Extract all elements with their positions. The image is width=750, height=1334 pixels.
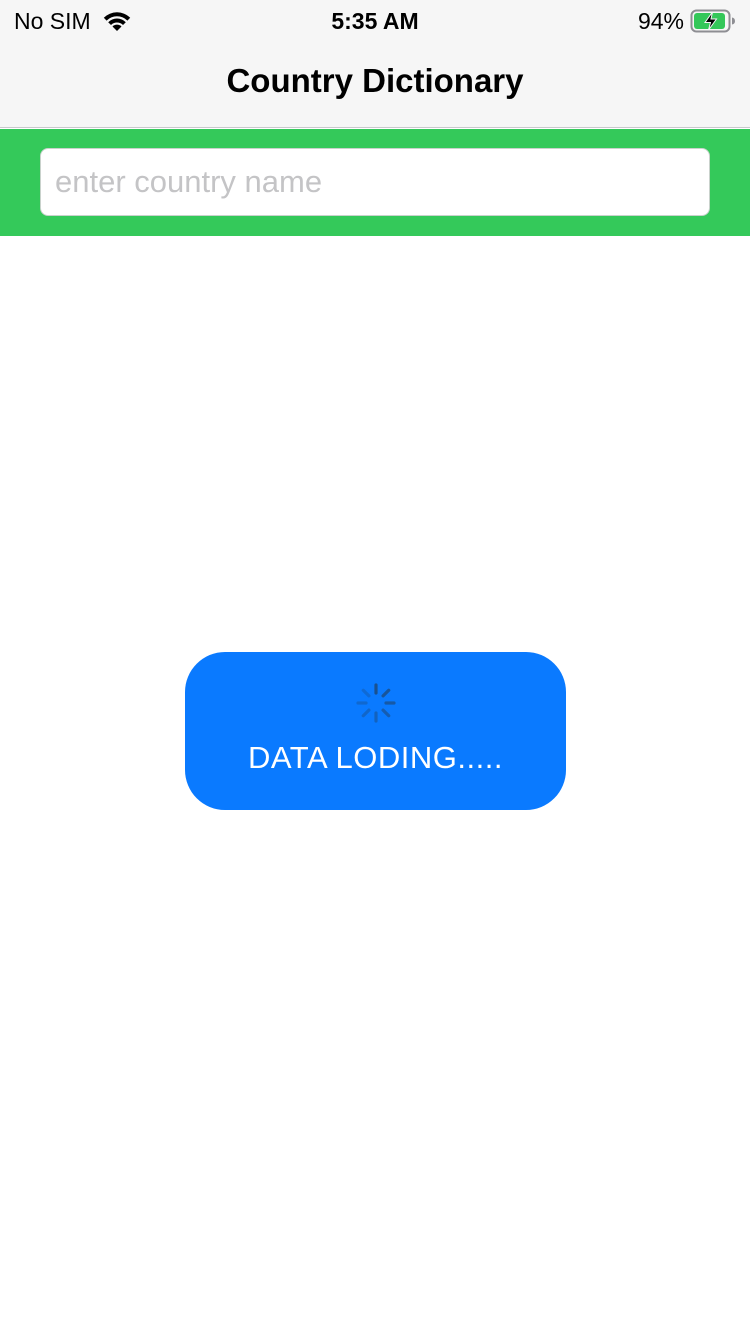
search-bar bbox=[0, 129, 750, 236]
page-title: Country Dictionary bbox=[226, 62, 524, 99]
navigation-bar: Country Dictionary bbox=[0, 40, 750, 128]
loading-text: DATA LODING..... bbox=[248, 740, 503, 775]
spinner-icon bbox=[355, 682, 397, 724]
search-input[interactable] bbox=[40, 148, 710, 216]
status-bar: No SIM 5:35 AM 94% bbox=[0, 0, 750, 40]
battery-charging-icon bbox=[690, 8, 736, 34]
battery-percent: 94% bbox=[637, 7, 684, 34]
screen: No SIM 5:35 AM 94% Country Dictionary en… bbox=[0, 0, 750, 1334]
loading-indicator: DATA LODING..... bbox=[185, 652, 566, 810]
status-right: 94% bbox=[638, 6, 736, 36]
